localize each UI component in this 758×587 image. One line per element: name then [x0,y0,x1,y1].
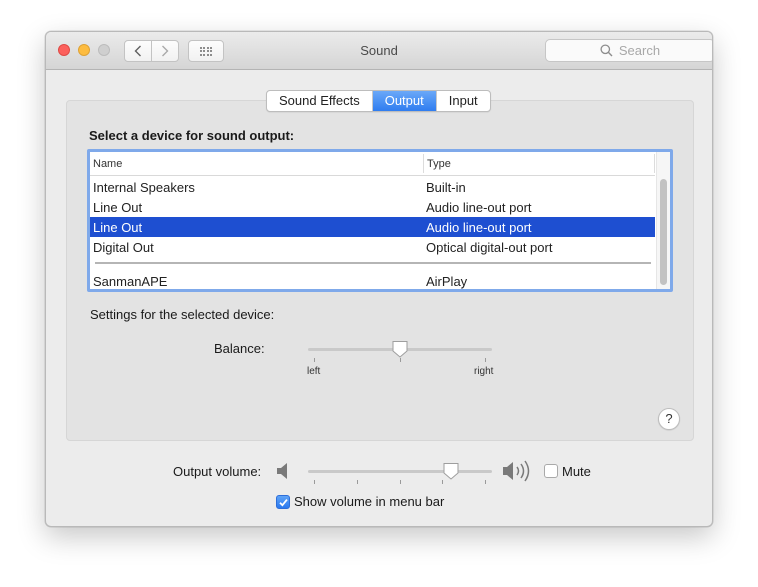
search-icon [600,44,613,57]
device-row[interactable]: Internal Speakers Built-in [90,177,655,197]
device-row[interactable]: SanmanAPE AirPlay [90,271,655,289]
search-field[interactable]: Search [545,39,712,62]
show-volume-label[interactable]: Show volume in menu bar [294,494,444,509]
column-divider [654,154,655,173]
balance-tick-left [314,358,315,362]
output-volume-slider[interactable] [308,460,492,486]
device-row[interactable]: Line Out Audio line-out port [90,197,655,217]
balance-slider[interactable] [308,338,492,364]
device-row[interactable]: Digital Out Optical digital-out port [90,237,655,257]
device-type: Audio line-out port [426,200,532,215]
volume-tick [314,480,315,484]
checkmark-icon [279,499,288,507]
tab-input[interactable]: Input [437,91,490,111]
device-type: Optical digital-out port [426,240,553,255]
output-volume-label: Output volume: [173,464,262,479]
device-type: Built-in [426,180,466,195]
balance-tick-right [485,358,486,362]
settings-label: Settings for the selected device: [90,307,275,322]
device-type: Audio line-out port [426,220,532,235]
output-device-list[interactable]: Name Type Internal Speakers Built-in Lin… [87,149,673,292]
balance-label: Balance: [214,341,265,356]
speaker-low-icon [277,463,287,479]
device-type: AirPlay [426,274,468,289]
balance-left-label: left [307,366,321,377]
column-divider[interactable] [423,154,424,173]
device-name: Line Out [93,220,143,235]
device-name: Line Out [93,200,143,215]
volume-tick [485,480,486,484]
tab-sound-effects[interactable]: Sound Effects [267,91,373,111]
column-header-name[interactable]: Name [93,158,122,170]
volume-tick [357,480,358,484]
tab-bar: Sound Effects Output Input [266,90,491,112]
list-header: Name Type [90,152,655,176]
volume-tick [442,480,443,484]
device-list-heading: Select a device for sound output: [89,128,295,143]
balance-right-label: right [474,366,494,377]
balance-slider-knob[interactable] [391,340,409,358]
balance-tick-center [400,358,401,362]
list-scrollbar-thumb[interactable] [660,179,667,285]
volume-tick [400,480,401,484]
title-bar: Sound Search [46,32,712,70]
search-placeholder: Search [618,43,661,58]
tab-output[interactable]: Output [372,91,437,111]
list-separator [95,262,651,264]
volume-slider-knob[interactable] [442,462,460,480]
mute-checkbox[interactable] [544,464,558,478]
sound-preferences-window: Sound Search Sound Effects Output Input … [45,31,713,527]
volume-track [308,470,492,473]
device-name: SanmanAPE [93,274,168,289]
device-row-selected[interactable]: Line Out Audio line-out port [90,217,655,237]
device-name: Internal Speakers [93,180,195,195]
mute-label[interactable]: Mute [562,464,591,479]
column-header-type[interactable]: Type [427,158,451,170]
speaker-high-icon [503,460,530,482]
device-name: Digital Out [93,240,154,255]
show-volume-checkbox[interactable] [276,495,290,509]
help-button[interactable]: ? [658,408,680,430]
